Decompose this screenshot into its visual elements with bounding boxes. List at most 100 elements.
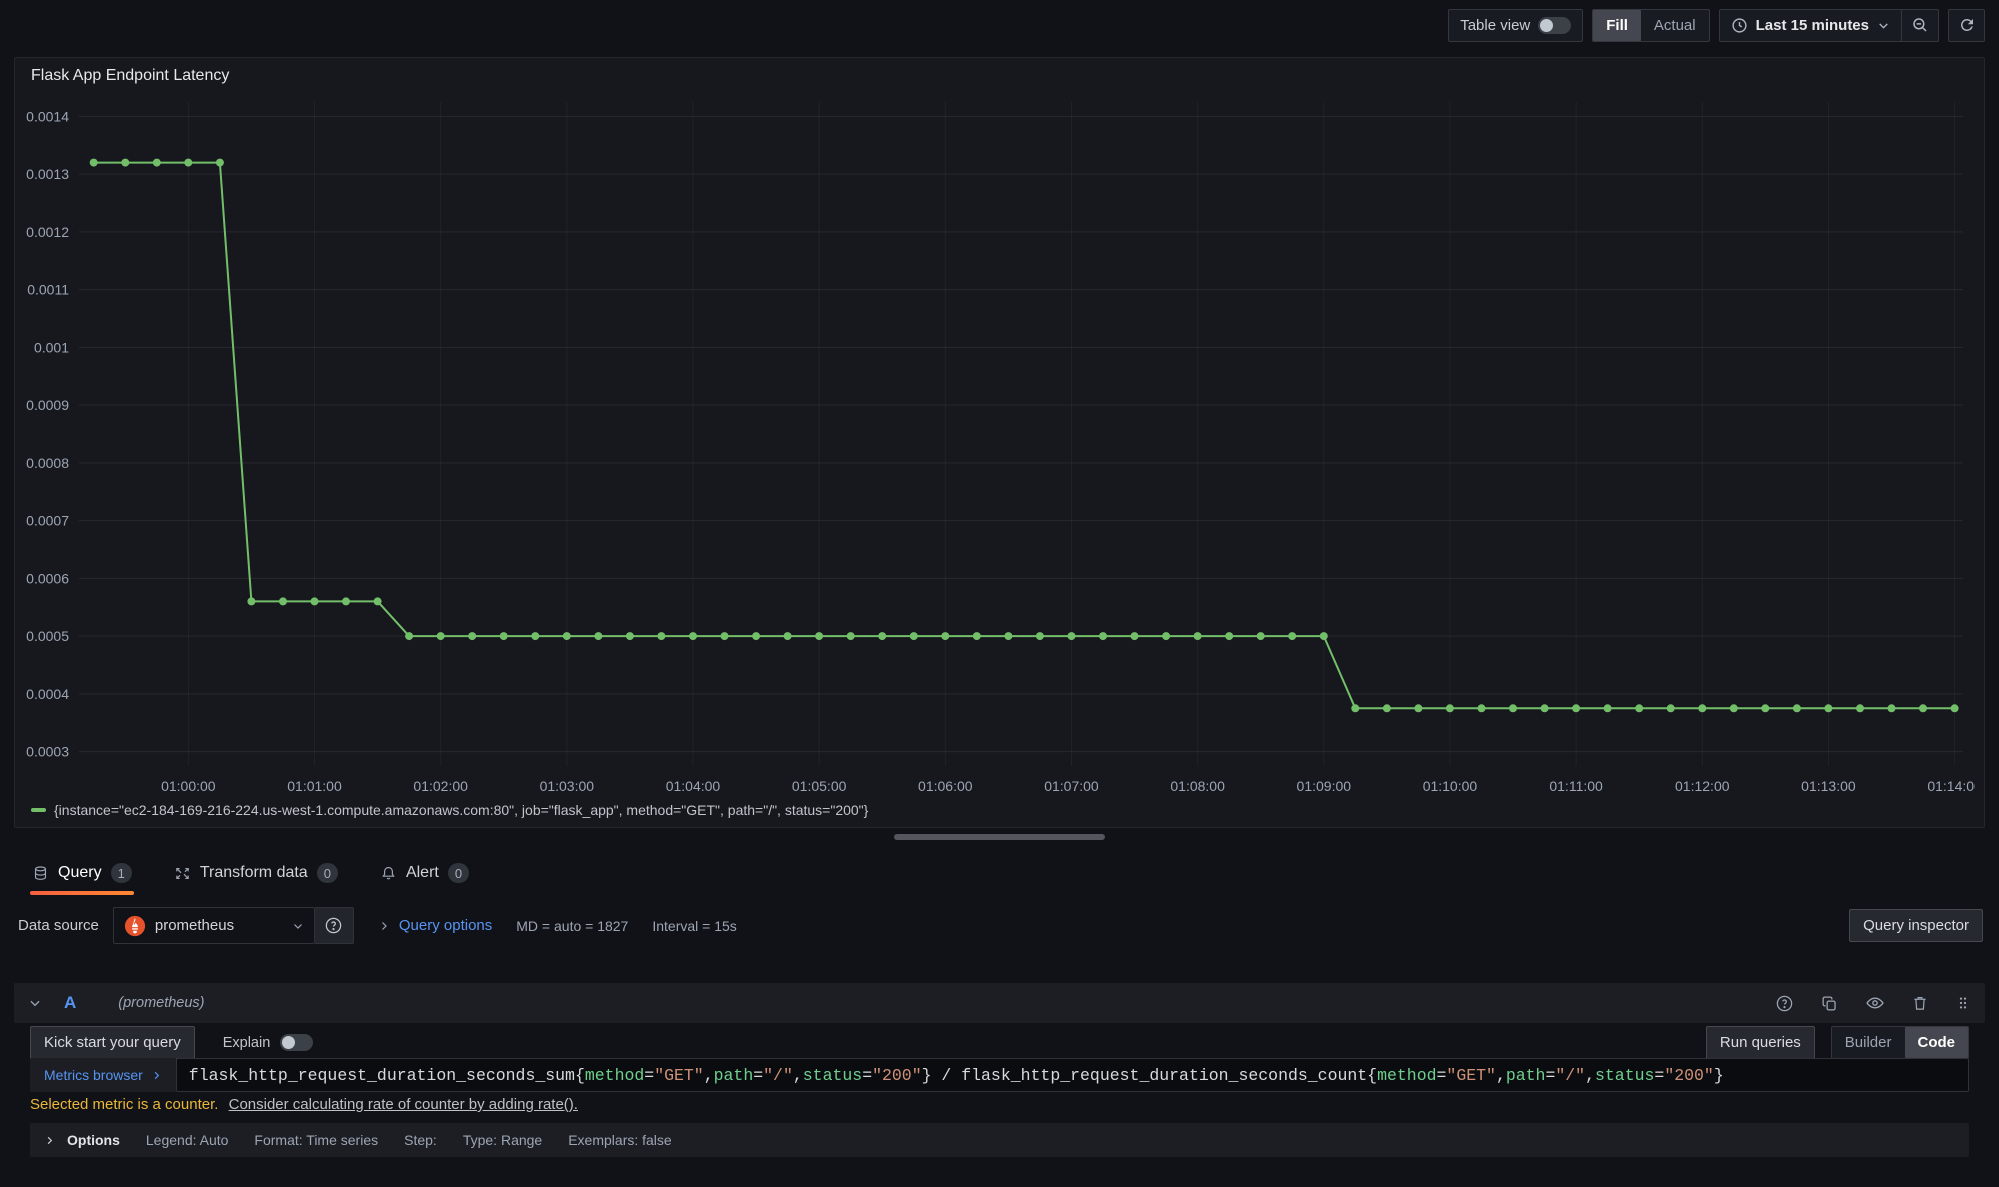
latency-chart-svg[interactable]: 0.00030.00040.00050.00060.00070.00080.00…	[23, 88, 1975, 800]
table-view-toggle[interactable]	[1538, 17, 1571, 34]
refresh-icon	[1958, 16, 1976, 34]
tab-alert-label: Alert	[406, 864, 439, 882]
options-label: Options	[67, 1132, 120, 1148]
metrics-browser-toggle[interactable]: Metrics browser	[30, 1058, 176, 1092]
table-view-control: Table view	[1448, 9, 1583, 42]
chevron-right-icon	[378, 920, 390, 932]
clock-icon	[1731, 17, 1748, 34]
query-datasource-hint: (prometheus)	[118, 995, 204, 1011]
panel-title: Flask App Endpoint Latency	[31, 67, 229, 85]
explain-toggle[interactable]	[280, 1034, 313, 1051]
code-button[interactable]: Code	[1905, 1027, 1969, 1058]
svg-text:01:07:00: 01:07:00	[1044, 778, 1099, 794]
fill-button[interactable]: Fill	[1593, 10, 1641, 41]
option-type: Type: Range	[463, 1132, 542, 1148]
svg-text:01:09:00: 01:09:00	[1297, 778, 1352, 794]
query-help-icon[interactable]	[1775, 994, 1794, 1013]
query-expression[interactable]: flask_http_request_duration_seconds_sum{…	[176, 1058, 1969, 1092]
tab-alert[interactable]: Alert 0	[378, 851, 471, 895]
refresh-button[interactable]	[1948, 9, 1985, 42]
toggle-knob	[282, 1036, 295, 1049]
tab-transform-label: Transform data	[200, 864, 308, 882]
query-options-toggle[interactable]: Query options	[378, 917, 492, 934]
delete-query-trash-icon[interactable]	[1911, 994, 1929, 1012]
interval-text: Interval = 15s	[652, 918, 736, 934]
run-queries-button[interactable]: Run queries	[1706, 1026, 1815, 1059]
builder-code-segment: Builder Code	[1831, 1026, 1969, 1059]
datasource-selected: prometheus	[155, 917, 283, 934]
svg-text:01:11:00: 01:11:00	[1549, 778, 1603, 794]
chevron-down-icon	[292, 920, 304, 932]
svg-text:0.0013: 0.0013	[26, 166, 69, 182]
svg-text:0.001: 0.001	[34, 339, 69, 355]
tab-query[interactable]: Query 1	[30, 851, 134, 895]
counter-warning: Selected metric is a counter. Consider c…	[30, 1096, 1969, 1116]
legend-item[interactable]: {instance="ec2-184-169-216-224.us-west-1…	[31, 802, 868, 818]
datasource-row: Data source prometheus Query options MD …	[18, 906, 1983, 945]
drag-handle-icon[interactable]	[1955, 994, 1971, 1012]
svg-text:0.0003: 0.0003	[26, 744, 69, 760]
svg-text:0.0004: 0.0004	[26, 686, 69, 702]
latency-panel: Flask App Endpoint Latency 0.0003 0.0004 0…	[14, 57, 1985, 828]
panel-editor-toolbar: Table view Fill Actual Last 15 minutes	[0, 0, 1999, 50]
svg-text:01:12:00: 01:12:00	[1675, 778, 1730, 794]
max-data-points-text: MD = auto = 1827	[516, 918, 628, 934]
display-mode-segment: Fill Actual	[1592, 9, 1709, 42]
database-icon	[32, 865, 49, 882]
warning-rate-link[interactable]: Consider calculating rate of counter by …	[229, 1096, 578, 1113]
zoom-out-button[interactable]	[1901, 10, 1938, 41]
warning-text: Selected metric is a counter.	[30, 1096, 218, 1113]
tab-transform-data[interactable]: Transform data 0	[172, 851, 340, 895]
svg-text:0.0011: 0.0011	[27, 282, 69, 298]
options-toggle[interactable]: Options	[44, 1132, 120, 1148]
svg-text:01:06:00: 01:06:00	[918, 778, 973, 794]
editor-tabs: Query 1 Transform data 0 Alert 0	[0, 851, 1999, 895]
time-range-picker[interactable]: Last 15 minutes	[1720, 10, 1901, 41]
svg-text:0.0007: 0.0007	[26, 513, 69, 529]
transform-icon	[174, 865, 191, 882]
expression-row: Metrics browser flask_http_request_durat…	[30, 1058, 1969, 1092]
explain-label: Explain	[223, 1035, 271, 1051]
svg-text:0.0014: 0.0014	[26, 108, 69, 124]
option-exemplars: Exemplars: false	[568, 1132, 671, 1148]
prometheus-icon	[124, 915, 146, 937]
duplicate-query-icon[interactable]	[1820, 994, 1839, 1013]
svg-text:01:14:00: 01:14:00	[1927, 778, 1975, 794]
time-range-control: Last 15 minutes	[1719, 9, 1939, 42]
chevron-right-icon	[151, 1070, 162, 1081]
tab-query-badge: 1	[111, 863, 132, 883]
svg-text:0.0005: 0.0005	[26, 628, 69, 644]
svg-text:0.0008: 0.0008	[26, 455, 69, 471]
query-ref-id: A	[64, 993, 76, 1013]
svg-text:01:13:00: 01:13:00	[1801, 778, 1856, 794]
collapse-chevron-icon[interactable]	[28, 996, 42, 1010]
actual-button[interactable]: Actual	[1641, 10, 1709, 41]
query-row-header[interactable]: A (prometheus)	[14, 983, 1985, 1023]
kick-start-query-button[interactable]: Kick start your query	[30, 1026, 195, 1059]
svg-text:01:05:00: 01:05:00	[792, 778, 847, 794]
legend-label: {instance="ec2-184-169-216-224.us-west-1…	[54, 802, 868, 818]
query-options-label: Query options	[399, 917, 492, 934]
svg-text:01:10:00: 01:10:00	[1423, 778, 1478, 794]
option-step: Step:	[404, 1132, 437, 1148]
tab-alert-badge: 0	[448, 863, 469, 883]
query-options-bar: Options Legend: Auto Format: Time series…	[30, 1123, 1969, 1157]
time-range-label: Last 15 minutes	[1756, 17, 1869, 34]
svg-text:0.0009: 0.0009	[26, 397, 69, 413]
svg-text:01:02:00: 01:02:00	[413, 778, 468, 794]
hide-response-eye-icon[interactable]	[1865, 993, 1885, 1013]
table-view-label: Table view	[1460, 17, 1530, 34]
datasource-help-button[interactable]	[315, 907, 354, 944]
option-legend: Legend: Auto	[146, 1132, 229, 1148]
pane-resize-handle[interactable]	[894, 834, 1105, 840]
metrics-browser-label: Metrics browser	[44, 1067, 143, 1083]
datasource-picker[interactable]: prometheus	[113, 907, 315, 944]
query-editor-toolbar: Kick start your query Explain Run querie…	[30, 1026, 1969, 1059]
chevron-down-icon	[1877, 19, 1890, 32]
svg-text:01:01:00: 01:01:00	[287, 778, 342, 794]
builder-button[interactable]: Builder	[1832, 1027, 1905, 1058]
svg-text:0.0012: 0.0012	[26, 224, 69, 240]
query-inspector-button[interactable]: Query inspector	[1849, 909, 1983, 942]
toggle-knob	[1540, 19, 1553, 32]
zoom-out-icon	[1911, 16, 1929, 34]
